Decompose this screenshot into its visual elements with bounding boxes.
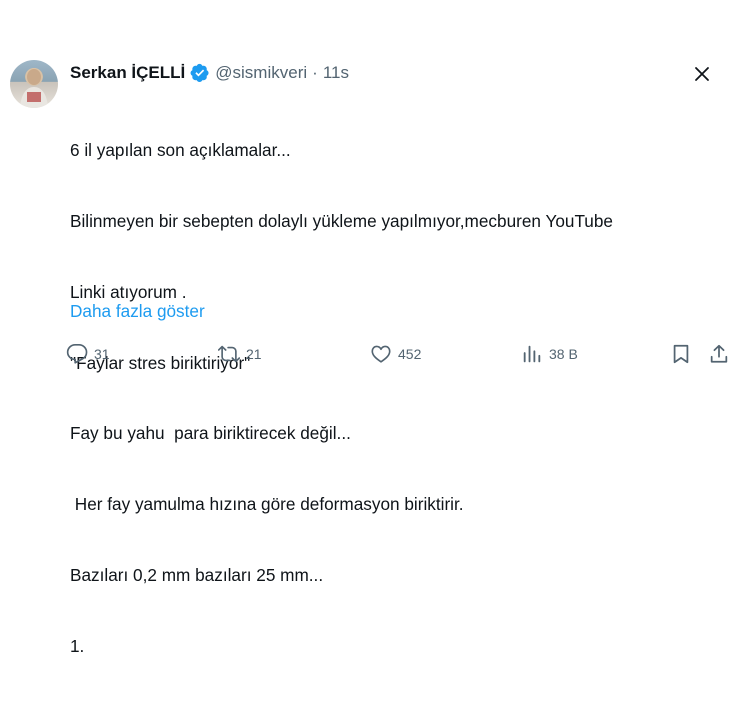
tweet-text: 6 il yapılan son açıklamalar... Bilinmey… [70,92,613,705]
tweet-card: Serkan İÇELLİ @sismikveri · 11s 6 il yap… [0,0,730,656]
reply-button[interactable]: 31 [66,341,110,367]
avatar-photo [20,69,48,108]
retweet-count: 21 [246,346,262,362]
tweet-line: Her fay yamulma hızına göre deformasyon … [70,494,464,515]
tweet-line: Bazıları 0,2 mm bazıları 25 mm... [70,564,324,585]
share-button[interactable] [708,341,730,367]
tweet-time[interactable]: 11s [323,62,349,84]
tweet-line: Fay bu yahu para biriktirecek değil... [70,423,351,444]
share-icon [708,343,730,365]
retweet-icon [218,343,240,365]
views-count: 38 B [549,346,578,362]
reply-icon [66,343,88,365]
tweet-line: Bilinmeyen bir sebepten dolaylı yükleme … [70,210,613,231]
reply-count: 31 [94,346,110,362]
tweet-line: 6 il yapılan son açıklamalar... [70,140,291,161]
bookmark-icon [670,343,692,365]
views-button[interactable]: 38 B [521,341,578,367]
show-more-link[interactable]: Daha fazla göster [70,300,205,323]
like-count: 452 [398,346,422,362]
author-handle[interactable]: @sismikveri [215,62,307,84]
tweet-line: 1. [70,635,85,656]
author-name[interactable]: Serkan İÇELLİ [70,62,185,84]
avatar[interactable] [10,60,58,108]
separator-dot: · [312,63,318,82]
views-icon [521,343,543,365]
more-options-icon[interactable] [692,64,712,84]
action-bar: 31 21 452 38 B [66,341,728,367]
retweet-button[interactable]: 21 [218,341,262,367]
heart-icon [370,343,392,365]
verified-badge-icon [190,63,210,83]
like-button[interactable]: 452 [370,341,421,367]
bookmark-button[interactable] [670,341,692,367]
tweet-header: Serkan İÇELLİ @sismikveri · 11s [70,62,349,84]
